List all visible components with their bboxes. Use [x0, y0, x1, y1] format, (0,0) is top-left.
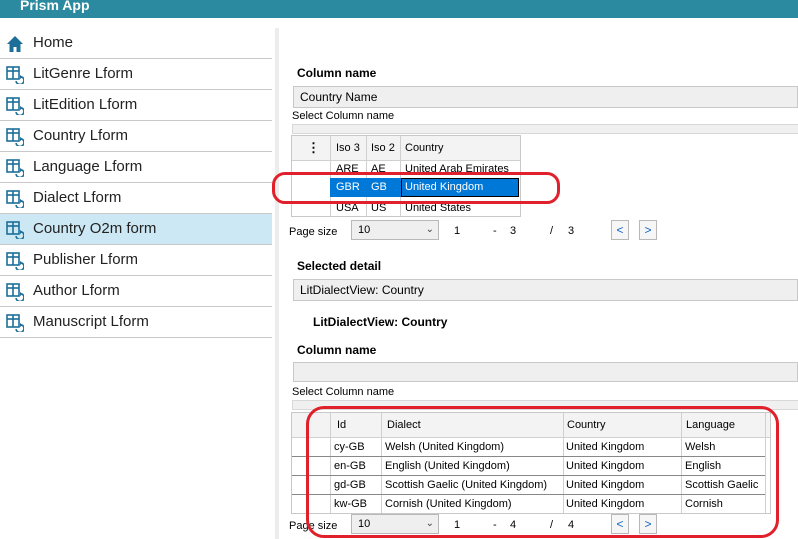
sidebar-item-label: Country Lform — [33, 127, 129, 144]
form-icon — [6, 159, 25, 179]
form-icon — [6, 66, 25, 86]
sidebar-item-country-lform[interactable]: Country Lform — [0, 121, 272, 152]
sidebar-item-label: Author Lform — [33, 282, 120, 299]
annotation-ring-detail-grid — [306, 406, 779, 538]
detail-column-name-select[interactable] — [293, 362, 798, 382]
sidebar-item-publisher-lform[interactable]: Publisher Lform — [0, 245, 272, 276]
pane-splitter[interactable] — [275, 28, 279, 539]
page-slash: / — [550, 225, 554, 237]
form-icon — [6, 97, 25, 117]
sidebar-item-litgenre-lform[interactable]: LitGenre Lform — [0, 59, 272, 90]
sidebar-item-country-o2m-form[interactable]: Country O2m form — [0, 214, 272, 245]
chevron-down-icon: ⌄ — [425, 224, 434, 235]
page-to: 3 — [510, 225, 517, 237]
form-icon — [6, 190, 25, 210]
detail-column-name-label: Column name — [297, 343, 377, 357]
sidebar-item-label: LitGenre Lform — [33, 65, 134, 82]
sidebar-item-language-lform[interactable]: Language Lform — [0, 152, 272, 183]
sidebar-item-label: Language Lform — [33, 158, 143, 175]
sidebar-item-author-lform[interactable]: Author Lform — [0, 276, 272, 307]
sidebar-item-dialect-lform[interactable]: Dialect Lform — [0, 183, 272, 214]
page-total: 3 — [568, 225, 575, 237]
selected-detail-select[interactable]: LitDialectView: Country — [293, 279, 798, 301]
header-iso2[interactable]: Iso 2 — [371, 142, 395, 154]
column-filter-bar[interactable] — [292, 124, 798, 134]
page-size-select[interactable]: 10 ⌄ — [351, 220, 439, 240]
column-name-select[interactable]: Country Name — [293, 86, 798, 108]
form-icon — [6, 128, 25, 148]
select-column-name-label: Select Column name — [292, 110, 395, 122]
sidebar-item-label: Publisher Lform — [33, 251, 139, 268]
header-country[interactable]: Country — [405, 142, 444, 154]
sidebar-item-label: Country O2m form — [33, 220, 157, 237]
app-title: Prism App — [20, 0, 90, 13]
prev-page-button[interactable]: < — [611, 220, 629, 240]
sidebar-item-label: Manuscript Lform — [33, 313, 149, 330]
form-icon — [6, 221, 25, 241]
selected-detail-label: Selected detail — [297, 259, 382, 273]
form-icon — [6, 252, 25, 272]
title-bar: Prism App — [0, 0, 798, 18]
sidebar-item-litedition-lform[interactable]: LitEdition Lform — [0, 90, 272, 121]
home-icon — [6, 35, 24, 53]
column-menu-icon[interactable]: ⋮ — [307, 140, 320, 156]
form-icon — [6, 314, 25, 334]
sidebar-item-label: Dialect Lform — [33, 189, 122, 206]
column-name-label: Column name — [297, 66, 377, 80]
sidebar-item-manuscript-lform[interactable]: Manuscript Lform — [0, 307, 272, 338]
next-page-button[interactable]: > — [639, 220, 657, 240]
detail-view-title: LitDialectView: Country — [313, 315, 448, 329]
page-size-value: 10 — [358, 224, 371, 236]
sidebar-item-label: Home — [33, 34, 74, 51]
sidebar-item-label: LitEdition Lform — [33, 96, 138, 113]
page-dash: - — [493, 225, 497, 237]
form-icon — [6, 283, 25, 303]
sidebar-item-home[interactable]: Home — [0, 28, 272, 59]
detail-select-column-name-label: Select Column name — [292, 386, 395, 398]
header-iso3[interactable]: Iso 3 — [336, 142, 360, 154]
sidebar: Home LitGenre Lform LitEdition Lform Cou… — [0, 28, 272, 338]
page-size-label: Page size — [289, 226, 338, 238]
page-from: 1 — [454, 225, 461, 237]
annotation-ring-selected-row — [272, 172, 560, 204]
